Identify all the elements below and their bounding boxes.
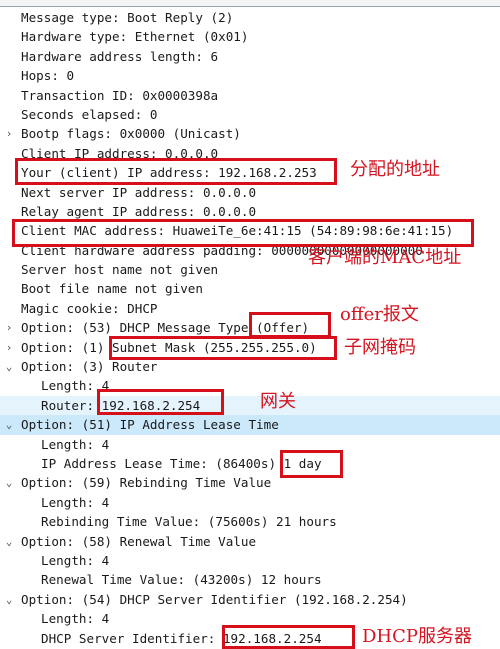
highlight-box-dhcp-server bbox=[222, 625, 355, 649]
highlight-box-client-mac bbox=[12, 219, 474, 247]
tree-row[interactable]: Next server IP address: 0.0.0.0 bbox=[0, 183, 500, 202]
tree-row-label: Seconds elapsed: 0 bbox=[21, 106, 158, 122]
tree-row-label: Boot file name not given bbox=[21, 281, 203, 297]
tree-row-label: Message type: Boot Reply (2) bbox=[21, 10, 234, 25]
chevron-down-icon[interactable]: ⌄ bbox=[3, 415, 15, 434]
tree-row[interactable]: Seconds elapsed: 0 bbox=[0, 105, 500, 124]
tree-row[interactable]: ⌄ Option: (59) Rebinding Time Value bbox=[0, 473, 500, 492]
annotation-subnet-mask: 子网掩码 bbox=[344, 337, 416, 358]
tree-row[interactable]: ⌄ Option: (54) DHCP Server Identifier (19… bbox=[0, 590, 500, 609]
column-header-strip bbox=[0, 0, 500, 7]
highlight-box-subnet-mask bbox=[109, 336, 337, 360]
chevron-down-icon[interactable]: ⌄ bbox=[3, 357, 15, 376]
chevron-down-icon[interactable]: ⌄ bbox=[3, 473, 15, 492]
tree-row[interactable]: Length: 4 bbox=[0, 493, 500, 512]
tree-row[interactable]: Length: 4 bbox=[0, 376, 500, 395]
tree-row-label: Renewal Time Value: (43200s) 12 hours bbox=[41, 572, 322, 588]
tree-row[interactable]: Hops: 0 bbox=[0, 66, 500, 85]
chevron-down-icon[interactable]: ⌄ bbox=[3, 532, 15, 551]
tree-row[interactable]: Message type: Boot Reply (2) bbox=[0, 8, 500, 27]
tree-row-label: Rebinding Time Value: (75600s) 21 hours bbox=[41, 514, 337, 530]
chevron-right-icon[interactable]: › bbox=[3, 124, 15, 143]
tree-row-label: Hardware address length: 6 bbox=[21, 48, 219, 64]
tree-row[interactable]: ⌄ Option: (58) Renewal Time Value bbox=[0, 532, 500, 551]
highlight-box-offer bbox=[249, 312, 331, 338]
tree-row-label: Hops: 0 bbox=[21, 68, 75, 84]
annotation-dhcp-server: DHCP服务器 bbox=[362, 626, 473, 647]
tree-row-label: Option: (59) Rebinding Time Value bbox=[21, 475, 272, 491]
highlight-box-router bbox=[97, 389, 224, 415]
tree-row[interactable]: Hardware address length: 6 bbox=[0, 47, 500, 66]
tree-row[interactable]: › Bootp flags: 0x0000 (Unicast) bbox=[0, 124, 500, 143]
tree-row-label: Length: 4 bbox=[41, 436, 110, 452]
tree-row-label: Transaction ID: 0x0000398a bbox=[21, 87, 219, 103]
tree-row-label: Length: 4 bbox=[41, 611, 110, 627]
annotation-gateway: 网关 bbox=[260, 391, 296, 412]
tree-row-label: Next server IP address: 0.0.0.0 bbox=[21, 184, 257, 200]
tree-row[interactable]: Transaction ID: 0x0000398a bbox=[0, 86, 500, 105]
tree-row[interactable]: Length: 4 bbox=[0, 551, 500, 570]
tree-row-label: Length: 4 bbox=[41, 552, 110, 568]
tree-row[interactable]: Boot file name not given bbox=[0, 279, 500, 298]
annotation-offer-message: offer报文 bbox=[340, 304, 419, 325]
highlight-box-lease-time bbox=[280, 450, 343, 478]
tree-row-label: Hardware type: Ethernet (0x01) bbox=[21, 29, 249, 45]
tree-row-label: Option: (54) DHCP Server Identifier (192… bbox=[21, 591, 408, 607]
tree-row-label: Length: 4 bbox=[41, 494, 110, 510]
highlight-box-your-ip bbox=[15, 158, 337, 185]
tree-row[interactable]: Hardware type: Ethernet (0x01) bbox=[0, 27, 500, 46]
tree-row[interactable]: Router: 192.168.2.254 bbox=[0, 395, 500, 416]
chevron-down-icon[interactable]: ⌄ bbox=[3, 590, 15, 609]
chevron-right-icon[interactable]: › bbox=[3, 318, 15, 337]
tree-row[interactable]: Rebinding Time Value: (75600s) 21 hours bbox=[0, 512, 500, 531]
tree-row-label: Server host name not given bbox=[21, 262, 219, 278]
tree-row-label: Magic cookie: DHCP bbox=[21, 300, 158, 316]
annotation-assigned-address: 分配的地址 bbox=[350, 159, 440, 180]
tree-row[interactable]: IP Address Lease Time: (86400s) 1 day bbox=[0, 454, 500, 473]
tree-row[interactable]: Renewal Time Value: (43200s) 12 hours bbox=[0, 570, 500, 589]
chevron-right-icon[interactable]: › bbox=[3, 338, 15, 357]
tree-row[interactable]: ⌄ Option: (51) IP Address Lease Time bbox=[0, 415, 500, 435]
tree-row-label: Option: (58) Renewal Time Value bbox=[21, 533, 257, 549]
tree-row-label: Option: (51) IP Address Lease Time bbox=[21, 417, 279, 433]
tree-row-label: Bootp flags: 0x0000 (Unicast) bbox=[21, 126, 241, 142]
annotation-client-mac: 客户端的MAC地址 bbox=[308, 247, 462, 268]
tree-row[interactable]: Length: 4 bbox=[0, 435, 500, 454]
